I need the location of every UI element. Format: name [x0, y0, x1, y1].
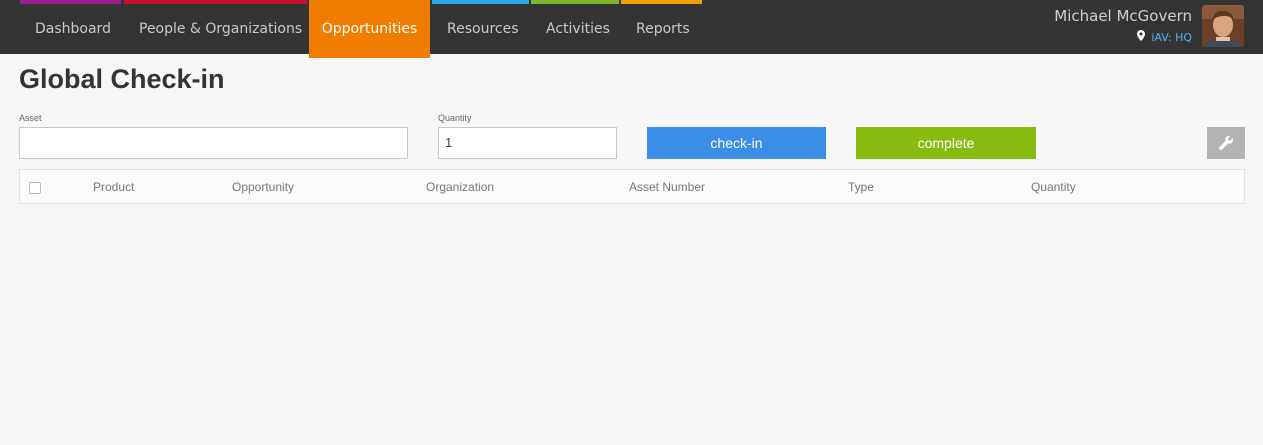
nav-item-resources[interactable]: Resources [447, 0, 519, 54]
table-header-row: Product Opportunity Organization Asset N… [19, 169, 1245, 204]
asset-label: Asset [19, 113, 42, 123]
wrench-icon [1218, 135, 1234, 155]
select-all-checkbox[interactable] [29, 182, 41, 194]
asset-input[interactable] [19, 127, 408, 159]
user-location-label: iAV: HQ [1151, 31, 1192, 44]
map-pin-icon [1135, 30, 1147, 44]
top-navigation-bar: Dashboard People & Organizations Opportu… [0, 0, 1263, 58]
column-header-organization[interactable]: Organization [426, 180, 494, 194]
page-title: Global Check-in [19, 64, 225, 94]
nav-item-activities[interactable]: Activities [546, 0, 610, 54]
nav-item-reports[interactable]: Reports [636, 0, 690, 54]
user-avatar[interactable] [1202, 5, 1244, 47]
quantity-label: Quantity [438, 113, 472, 123]
nav-item-people-organizations[interactable]: People & Organizations [139, 0, 302, 54]
column-header-product[interactable]: Product [93, 180, 134, 194]
check-in-button[interactable]: check-in [647, 127, 826, 159]
quantity-input[interactable]: 1 [438, 127, 617, 159]
user-location[interactable]: iAV: HQ [1135, 30, 1192, 44]
complete-button[interactable]: complete [856, 127, 1036, 159]
column-header-asset-number[interactable]: Asset Number [629, 180, 705, 194]
column-header-quantity[interactable]: Quantity [1031, 180, 1076, 194]
column-header-type[interactable]: Type [848, 180, 874, 194]
user-name[interactable]: Michael McGovern [1054, 7, 1192, 25]
nav-item-dashboard[interactable]: Dashboard [35, 0, 111, 54]
nav-item-opportunities[interactable]: Opportunities [309, 0, 430, 58]
column-header-opportunity[interactable]: Opportunity [232, 180, 294, 194]
settings-tool-button[interactable] [1207, 127, 1245, 159]
